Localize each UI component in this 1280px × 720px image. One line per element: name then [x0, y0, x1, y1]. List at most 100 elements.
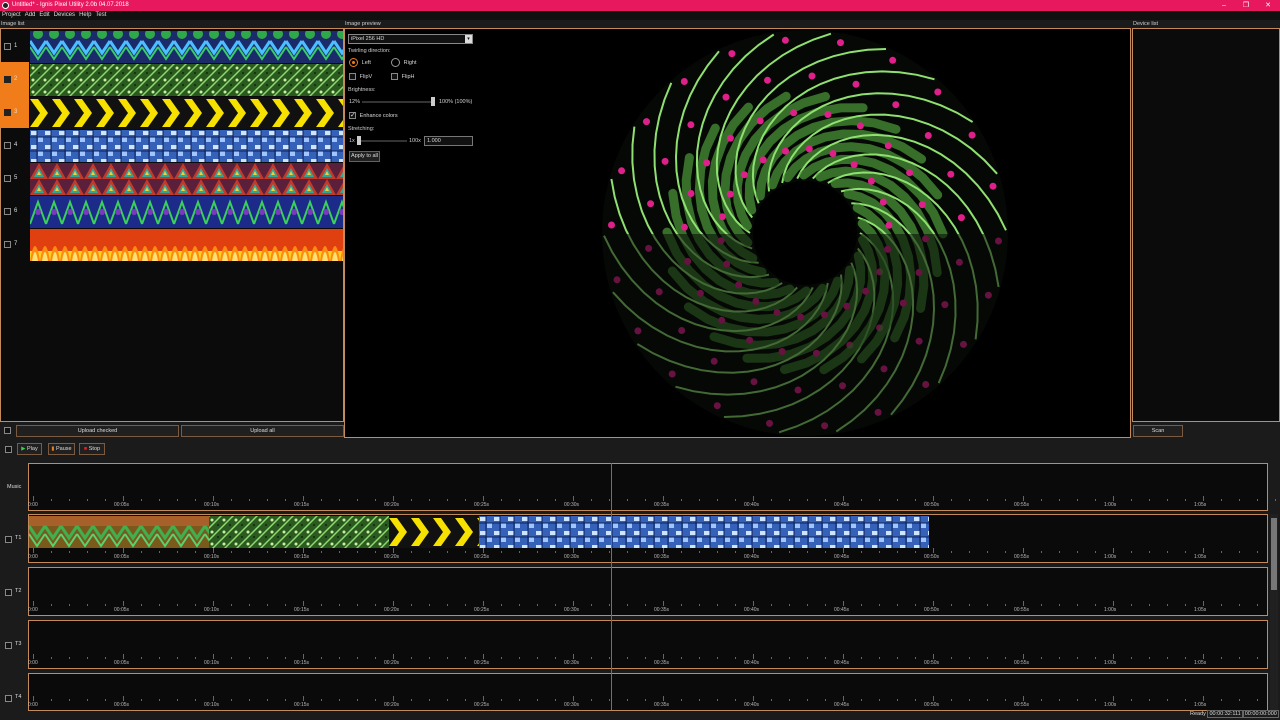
time-tick-mark	[105, 551, 106, 553]
twirl-right-radio[interactable]: Right	[391, 58, 417, 67]
time-tick-mark	[645, 657, 646, 659]
apply-to-all-button[interactable]: Apply to all	[349, 151, 380, 162]
brightness-slider-handle[interactable]	[431, 97, 435, 106]
time-tick-mark	[1059, 657, 1060, 659]
timeline-clip-chevron-orange[interactable]	[29, 516, 209, 548]
maximize-button[interactable]: ❐	[1235, 0, 1257, 11]
time-tick-mark	[411, 499, 412, 501]
time-tick-mark	[105, 657, 106, 659]
enhance-colors-checkbox[interactable]: ✓ Enhance colors	[349, 112, 398, 119]
menu-bar: Project Add Edit Devices Help Test	[0, 11, 1280, 20]
time-tick-label: 1:00s	[1104, 702, 1117, 708]
time-tick-mark	[213, 696, 214, 701]
time-tick-mark	[501, 551, 502, 553]
menu-edit[interactable]: Edit	[39, 11, 49, 20]
time-tick-label: 00:15s	[294, 660, 310, 666]
time-tick-mark	[843, 654, 844, 659]
timeline-clip-blue-circuit[interactable]	[479, 516, 929, 548]
time-tick-label: 0:00	[28, 702, 38, 708]
image-row-checkbox[interactable]	[4, 208, 11, 215]
image-row-checkbox[interactable]	[4, 43, 11, 50]
image-thumbnail-green-noise[interactable]	[30, 64, 343, 96]
play-button[interactable]: ▶ Play	[17, 443, 42, 455]
device-type-select[interactable]: iPixel 256 HD ▾	[348, 34, 473, 44]
time-tick-mark	[177, 499, 178, 501]
fliph-checkbox[interactable]: FlipH	[391, 73, 415, 80]
image-row-checkbox[interactable]	[4, 241, 11, 248]
upload-checked-button[interactable]: Upload checked	[16, 425, 179, 437]
menu-test[interactable]: Test	[95, 11, 106, 20]
track-checkbox[interactable]	[5, 642, 12, 649]
stop-label: Stop	[88, 446, 101, 452]
image-preview-label: Image preview	[345, 21, 381, 27]
time-tick-mark	[1167, 699, 1168, 701]
stretch-value-input[interactable]: 1.000	[424, 136, 473, 146]
image-thumbnail-chevron-green[interactable]	[30, 31, 343, 63]
time-tick-mark	[843, 601, 844, 606]
stop-button[interactable]: ■ Stop	[79, 443, 105, 455]
menu-devices[interactable]: Devices	[54, 11, 75, 20]
window-title: Untitled* - Ignis Pixel Utility 2.0b 04.…	[12, 2, 129, 8]
image-thumbnail-green-hearts[interactable]	[30, 196, 343, 228]
track-checkbox[interactable]	[5, 695, 12, 702]
image-row-checkbox[interactable]	[4, 76, 11, 83]
play-label: Play	[27, 446, 38, 452]
time-tick-mark	[447, 551, 448, 553]
time-tick-mark	[465, 499, 466, 501]
status-ready: Ready	[1190, 711, 1206, 717]
time-tick-mark	[591, 699, 592, 701]
time-tick-mark	[519, 551, 520, 553]
time-tick-mark	[249, 499, 250, 501]
image-thumbnail-triangles[interactable]	[30, 163, 343, 195]
check-all-checkbox[interactable]	[4, 427, 11, 434]
time-tick-mark	[321, 499, 322, 501]
time-tick-mark	[1077, 604, 1078, 606]
time-tick-label: 00:20s	[384, 554, 400, 560]
time-tick-mark	[1221, 551, 1222, 553]
menu-add[interactable]: Add	[25, 11, 36, 20]
time-tick-mark	[789, 499, 790, 501]
time-tick-mark	[285, 657, 286, 659]
image-row-checkbox[interactable]	[4, 175, 11, 182]
image-thumbnail-fire[interactable]	[30, 229, 343, 261]
twirl-left-radio[interactable]: Left	[349, 58, 371, 67]
stretching-slider[interactable]	[357, 136, 407, 145]
menu-project[interactable]: Project	[2, 11, 21, 20]
time-tick-label: 1:05s	[1194, 702, 1207, 708]
brightness-slider[interactable]	[362, 97, 435, 106]
time-tick-mark	[1239, 551, 1240, 553]
timeline-scrollbar[interactable]	[1270, 514, 1278, 710]
timeline-clip-green-noise[interactable]	[209, 516, 389, 548]
track-checkbox[interactable]	[5, 589, 12, 596]
menu-help[interactable]: Help	[79, 11, 91, 20]
scan-button[interactable]: Scan	[1133, 425, 1183, 437]
track-checkbox[interactable]	[5, 536, 12, 543]
time-tick-mark	[807, 657, 808, 659]
playhead[interactable]	[610, 463, 612, 710]
close-button[interactable]: ✕	[1257, 0, 1279, 11]
image-thumbnail-yellow-arrows[interactable]	[30, 97, 343, 129]
time-tick-mark	[483, 696, 484, 701]
image-row-checkbox[interactable]	[4, 142, 11, 149]
timeline-select-checkbox[interactable]	[5, 446, 12, 453]
time-tick-mark	[105, 499, 106, 501]
scrollbar-thumb[interactable]	[1271, 518, 1277, 590]
time-tick-mark	[843, 548, 844, 553]
time-tick-mark	[1059, 699, 1060, 701]
image-row-checkbox[interactable]	[4, 109, 11, 116]
flipv-checkbox[interactable]: FlipV	[349, 73, 372, 80]
time-tick-mark	[213, 654, 214, 659]
upload-all-button[interactable]: Upload all	[181, 425, 344, 437]
minimize-button[interactable]: –	[1213, 0, 1235, 11]
time-tick-mark	[717, 657, 718, 659]
time-tick-mark	[789, 551, 790, 553]
time-tick-mark	[681, 657, 682, 659]
stretching-slider-handle[interactable]	[357, 136, 361, 145]
pause-button[interactable]: ▮ Pause	[48, 443, 75, 455]
image-row-number: 7	[14, 241, 18, 247]
image-thumbnail-blue-circuit[interactable]	[30, 130, 343, 162]
time-tick-mark	[771, 699, 772, 701]
time-tick-mark	[321, 551, 322, 553]
timeline-clip-yellow-arrows[interactable]	[389, 516, 479, 548]
time-tick-mark	[1113, 496, 1114, 501]
